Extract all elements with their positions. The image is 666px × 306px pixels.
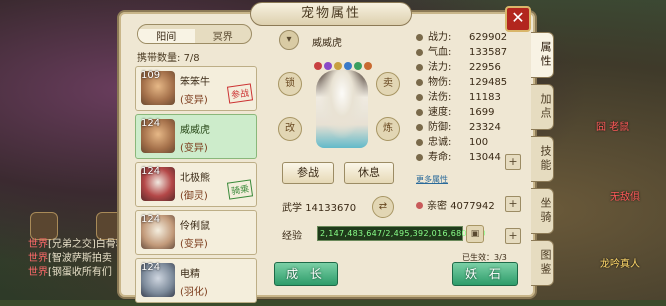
add-intimacy-button[interactable]: +: [505, 196, 521, 212]
chevron-down-icon[interactable]: ▾: [279, 30, 299, 50]
gem-icon: [354, 62, 362, 70]
stat-row: 气血: 133587: [416, 45, 526, 60]
pet-item-selected[interactable]: 124 威威虎 (变异): [135, 114, 257, 159]
pet-type: (御灵): [180, 191, 208, 202]
tab-yangjian[interactable]: 阳间: [138, 29, 195, 43]
close-button[interactable]: ✕: [505, 6, 531, 32]
carry-count: 携带数量: 7/8: [137, 53, 200, 64]
pet-item[interactable]: 124 伶俐鼠 (变异): [135, 210, 257, 255]
stat-row: 法伤: 11183: [416, 90, 526, 105]
lock-icon[interactable]: ▣: [466, 225, 484, 243]
swap-icon[interactable]: ⇄: [372, 196, 394, 218]
exp-value: 2,147,483,647/2,495,392,016,680,780: [320, 229, 486, 238]
pet-name: 威威虎: [180, 125, 210, 136]
pet-level: 124: [141, 166, 161, 177]
rest-button[interactable]: 休息: [344, 162, 394, 184]
realm-toggle: 阳间 冥界: [137, 24, 252, 44]
riding-stamp: 骑乘: [226, 179, 254, 200]
scene-label[interactable]: 无敌俱: [610, 188, 640, 203]
pet-name: 北极熊: [180, 173, 210, 184]
fighting-stamp: 参战: [226, 83, 254, 104]
heart-icon: [416, 202, 423, 209]
pet-level: 109: [141, 70, 161, 81]
pet-type: (变异): [180, 239, 208, 250]
add-lifespan-button[interactable]: +: [505, 154, 521, 170]
wuxue-label: 武学: [282, 203, 302, 214]
stat-row: 防御: 23324: [416, 120, 526, 135]
demon-stone-button[interactable]: 妖 石: [452, 262, 518, 286]
pet-type: (变异): [180, 95, 208, 106]
pet-item[interactable]: 109 笨笨牛 (变异) 参战: [135, 66, 257, 111]
pet-level: 124: [141, 118, 161, 129]
stat-row: 忠诚: 100: [416, 135, 526, 150]
pet-type: (变异): [180, 143, 208, 154]
scene-label: 囧 老鼠: [596, 122, 630, 133]
more-stats-link[interactable]: 更多属性: [416, 174, 448, 185]
pet-type: (羽化): [180, 287, 208, 298]
wuxue-value: 14133670: [305, 203, 357, 214]
scene-label[interactable]: 龙吟真人: [600, 255, 640, 270]
gem-icon: [334, 62, 342, 70]
pet-list: 109 笨笨牛 (变异) 参战 124 威威虎 (变异) 124 北极熊 (御灵…: [135, 66, 257, 306]
pet-model[interactable]: [316, 70, 368, 148]
pet-list-panel: 阳间 冥界 携带数量: 7/8 109 笨笨牛 (变异) 参战 124 威威虎 (…: [127, 22, 260, 303]
pet-name: 电精: [180, 269, 200, 280]
pet-name: 笨笨牛: [180, 77, 210, 88]
pet-item[interactable]: 124 电精 (羽化): [135, 258, 257, 303]
wuxue-row: 武学 14133670: [282, 199, 356, 214]
stat-row: 战力: 629902: [416, 30, 526, 45]
intimacy-row: 亲密 4077942: [416, 197, 495, 212]
gem-icon: [314, 62, 322, 70]
tab-mingjie[interactable]: 冥界: [195, 29, 252, 43]
pet-detail-panel: ▾ 威威虎 锁 卖 改 炼 参战 休息 武学 14133670 ⇄ 经验 2,1…: [272, 22, 486, 292]
friends-icon[interactable]: [30, 212, 58, 240]
gem-icon: [344, 62, 352, 70]
tab-mount[interactable]: 坐骑: [531, 188, 554, 234]
pet-level: 124: [141, 214, 161, 225]
pet-level: 124: [141, 262, 161, 273]
pet-display-name: 威威虎: [312, 38, 342, 49]
stats-list: 战力: 629902 气血: 133587 法力: 22956 物伤: 129485 法…: [416, 30, 526, 165]
exp-label: 经验: [282, 231, 302, 242]
tab-codex[interactable]: 图鉴: [531, 240, 554, 286]
gem-icon: [324, 62, 332, 70]
stat-row: 速度: 1699: [416, 105, 526, 120]
gem-icon: [364, 62, 372, 70]
pet-name: 伶俐鼠: [180, 221, 210, 232]
shop-icon[interactable]: 卖: [376, 72, 400, 96]
tab-attributes[interactable]: 属性: [531, 32, 554, 78]
add-exp-button[interactable]: +: [505, 228, 521, 244]
rename-icon[interactable]: 改: [278, 117, 302, 141]
stat-row: 法力: 22956: [416, 60, 526, 75]
exp-bar: 2,147,483,647/2,495,392,016,680,780: [317, 226, 486, 241]
pet-item[interactable]: 124 北极熊 (御灵) 骑乘: [135, 162, 257, 207]
refine-icon[interactable]: 炼: [376, 117, 400, 141]
tab-points[interactable]: 加点: [531, 84, 554, 130]
fight-button[interactable]: 参战: [282, 162, 334, 184]
tab-skills[interactable]: 技能: [531, 136, 554, 182]
lock-pet-icon[interactable]: 锁: [278, 72, 302, 96]
grow-button[interactable]: 成 长: [274, 262, 338, 286]
stat-row: 物伤: 129485: [416, 75, 526, 90]
